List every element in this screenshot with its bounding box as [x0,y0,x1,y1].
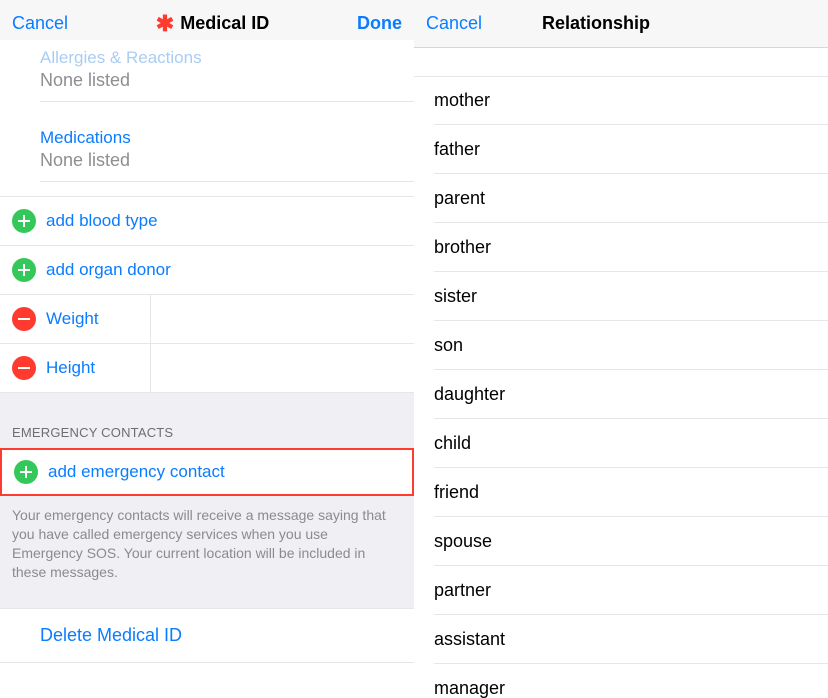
medications-label: Medications [40,120,414,148]
minus-icon[interactable] [12,307,36,331]
allergies-value[interactable]: None listed [40,68,414,101]
relationship-option[interactable]: brother [414,223,828,271]
medications-value[interactable]: None listed [40,148,414,181]
relationship-option[interactable]: spouse [414,517,828,565]
add-organ-donor-label: add organ donor [46,260,171,280]
relationship-option[interactable]: mother [414,76,828,124]
header-title: Relationship [542,13,650,34]
add-organ-donor-row[interactable]: add organ donor [0,246,414,294]
relationship-option[interactable]: friend [414,468,828,516]
done-button[interactable]: Done [357,13,402,34]
relationship-list: motherfatherparentbrothersistersondaught… [414,76,828,698]
relationship-option[interactable]: child [414,419,828,467]
relationship-option[interactable]: father [414,125,828,173]
plus-icon [12,258,36,282]
divider [150,295,151,343]
divider [150,344,151,392]
height-row[interactable]: Height [0,344,414,392]
delete-medical-id-row[interactable]: Delete Medical ID [0,608,414,663]
emergency-footer-note: Your emergency contacts will receive a m… [0,496,414,596]
add-rows-section: add blood type add organ donor Weight He… [0,196,414,393]
plus-icon [14,460,38,484]
emergency-section-header-block: EMERGENCY CONTACTS [0,393,414,448]
add-blood-type-label: add blood type [46,211,158,231]
spacer [0,596,414,608]
divider [40,181,414,182]
relationship-option[interactable]: sister [414,272,828,320]
relationship-option[interactable]: daughter [414,370,828,418]
relationship-option[interactable]: manager [414,664,828,698]
relationship-screen: Cancel Relationship motherfatherparentbr… [414,0,828,698]
header-bar: Cancel Relationship [414,0,828,48]
medical-id-screen: Cancel ✱ Medical ID Done Allergies & Rea… [0,0,414,698]
emergency-contacts-header: EMERGENCY CONTACTS [12,425,402,440]
add-blood-type-row[interactable]: add blood type [0,197,414,245]
relationship-option[interactable]: parent [414,174,828,222]
relationship-option[interactable]: assistant [414,615,828,663]
medical-asterisk-icon: ✱ [156,13,174,35]
add-emergency-contact-row[interactable]: add emergency contact [0,448,414,496]
height-label: Height [46,358,95,378]
header-title-text: Medical ID [180,13,269,34]
minus-icon[interactable] [12,356,36,380]
add-emergency-contact-label: add emergency contact [48,462,225,482]
relationship-option[interactable]: partner [414,566,828,614]
allergies-section: Allergies & Reactions None listed [0,40,414,102]
plus-icon [12,209,36,233]
spacer [414,48,828,76]
weight-row[interactable]: Weight [0,295,414,343]
cancel-button[interactable]: Cancel [426,13,482,34]
relationship-option[interactable]: son [414,321,828,369]
cancel-button[interactable]: Cancel [12,13,68,34]
medications-section: Medications None listed [0,102,414,182]
weight-label: Weight [46,309,99,329]
header-title: ✱ Medical ID [156,13,269,35]
allergies-label: Allergies & Reactions [40,40,414,68]
